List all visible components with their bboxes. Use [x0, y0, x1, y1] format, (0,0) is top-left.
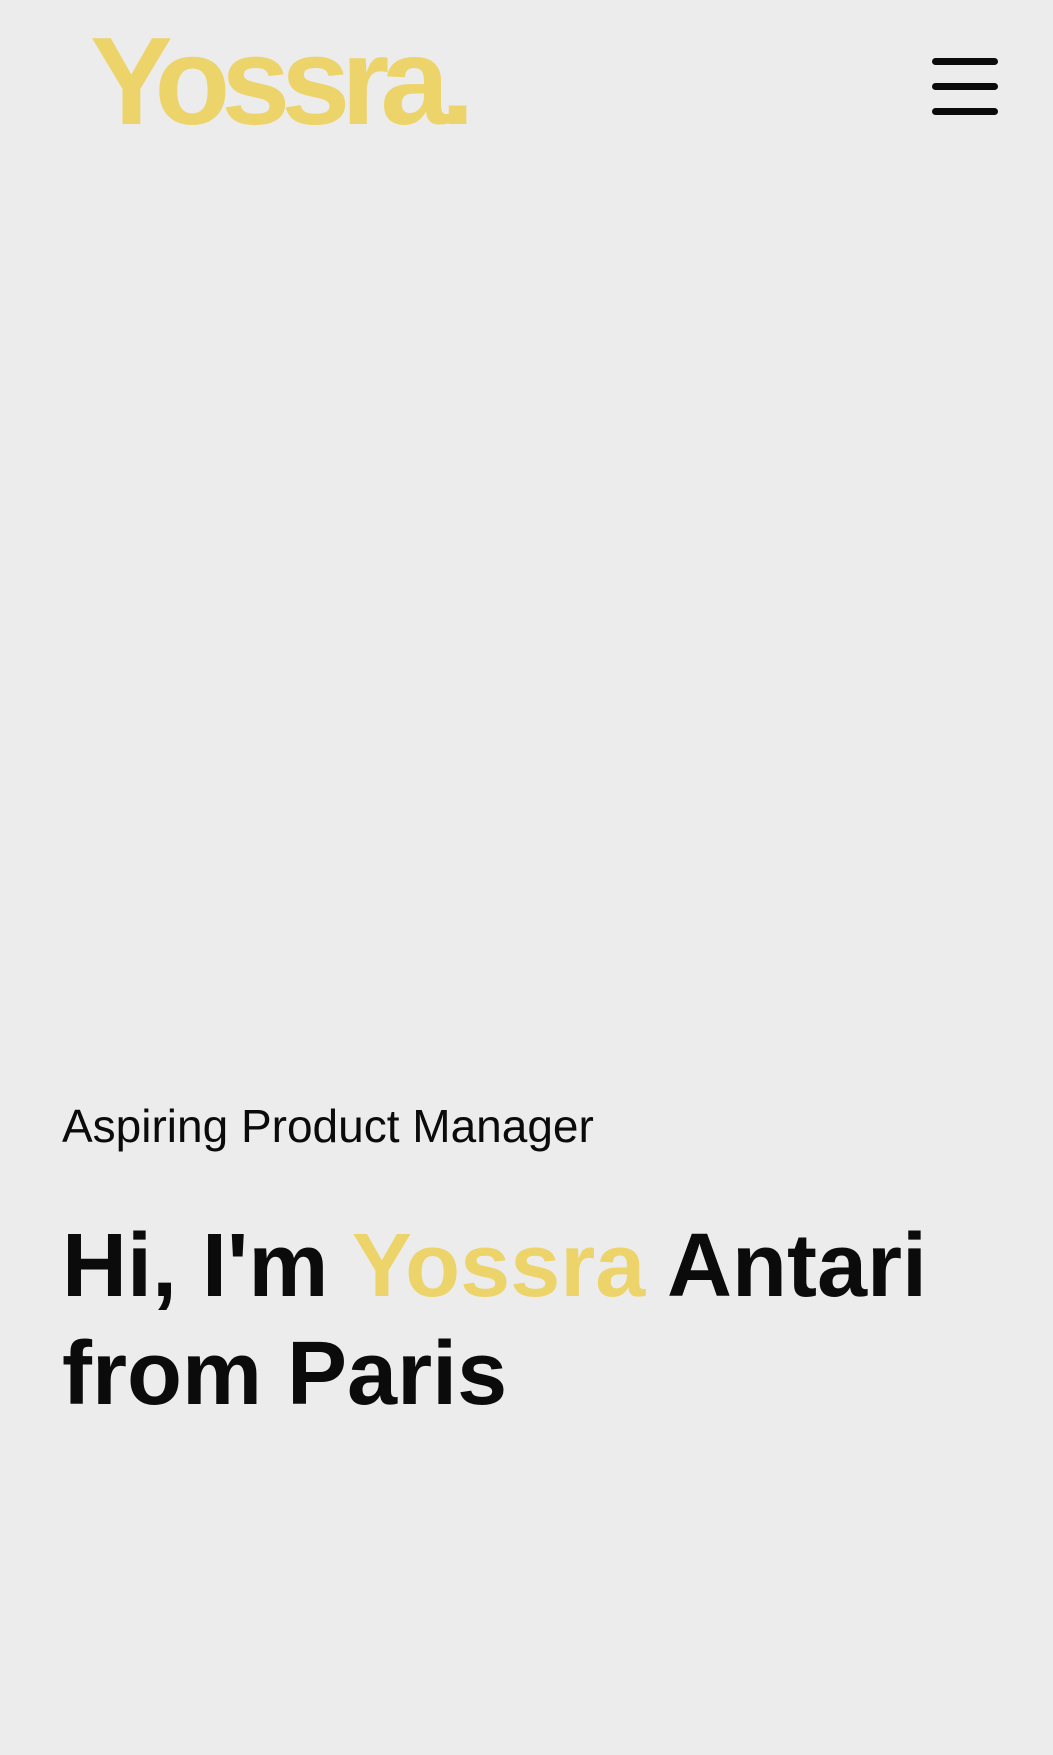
hero-title-location: from Paris: [62, 1324, 508, 1424]
hamburger-menu-button[interactable]: [932, 58, 998, 118]
hero-subtitle: Aspiring Product Manager: [62, 1100, 594, 1152]
hero-title: Hi, I'm Yossra Antari from Paris: [62, 1212, 1022, 1428]
hero-title-surname: Antari: [645, 1216, 928, 1316]
menu-bar-top: [932, 58, 998, 65]
menu-bar-bottom: [932, 108, 998, 115]
site-logo[interactable]: Yossra.: [90, 20, 475, 144]
hero-title-prefix: Hi, I'm: [62, 1216, 352, 1316]
logo-text: Yossra: [90, 13, 449, 151]
logo-dot: .: [440, 13, 475, 151]
menu-bar-middle: [932, 83, 998, 90]
page: Yossra. Aspiring Product Manager Hi, I'm…: [0, 0, 1053, 1755]
hero-title-name-highlight: Yossra: [351, 1216, 646, 1316]
